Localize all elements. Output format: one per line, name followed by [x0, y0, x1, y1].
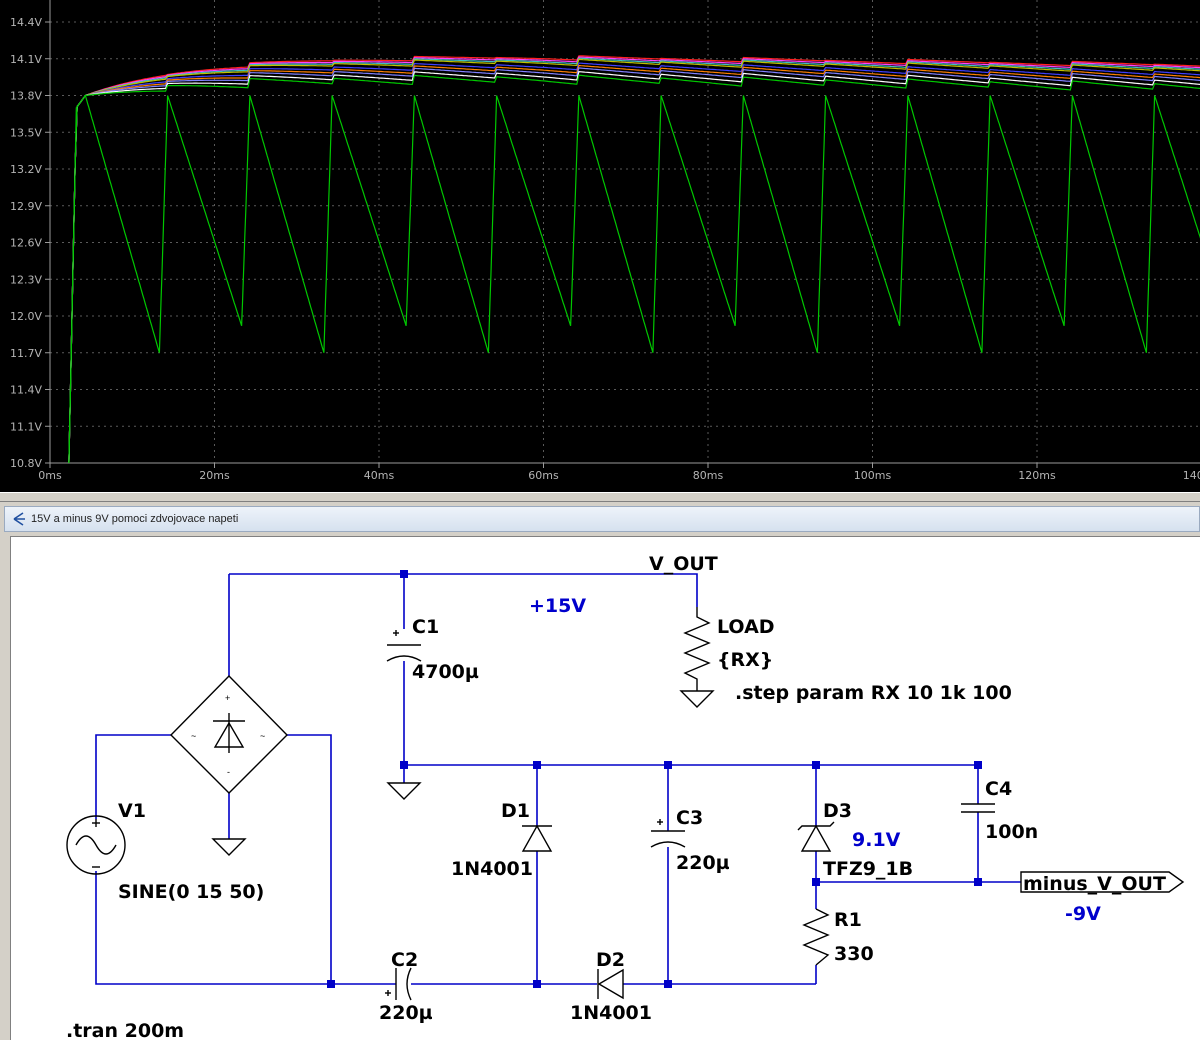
- c3-name-label: C3: [676, 807, 703, 829]
- bridge-ground-symbol: [211, 838, 247, 856]
- y-tick-label: 11.7V: [10, 347, 42, 360]
- voltage-trace: [68, 62, 1200, 464]
- d2-value-label: 1N4001: [570, 1002, 652, 1024]
- d3-value-label: TFZ9_1B: [823, 858, 913, 880]
- v-out-net-label: V_OUT: [649, 553, 718, 575]
- bridge-pin-marks: + ~ ~ -: [191, 693, 265, 777]
- r1-name-label: R1: [834, 909, 862, 931]
- capacitor-c4[interactable]: [961, 803, 995, 813]
- y-tick-label: 12.3V: [10, 273, 42, 286]
- v1-value-label: SINE(0 15 50): [118, 881, 264, 903]
- schematic-window-title: 15V a minus 9V pomoci zdvojovace napeti: [31, 513, 239, 525]
- load-name-label: LOAD: [717, 616, 775, 638]
- voltage-trace: [68, 70, 1200, 464]
- svg-text:~: ~: [191, 731, 196, 741]
- x-tick-label: 0ms: [38, 469, 62, 482]
- schematic-icon: [13, 512, 25, 526]
- d3-voltage-label: 9.1V: [852, 829, 901, 851]
- r1-value-label: 330: [834, 943, 874, 965]
- pane-splitter[interactable]: [0, 492, 1200, 502]
- y-tick-labels: 14.4V 14.1V 13.8V 13.5V 13.2V 12.9V 12.6V 12.3V…: [10, 16, 42, 470]
- waveform-plot[interactable]: 14.4V 14.1V 13.8V 13.5V 13.2V 12.9V 12.6V 12.3V…: [0, 0, 1200, 492]
- voltage-trace: [68, 56, 1200, 464]
- voltage-trace: [68, 74, 1200, 464]
- x-tick-label: 140ms: [1183, 469, 1200, 482]
- voltage-trace: [68, 94, 1200, 464]
- y-tick-label: 14.4V: [10, 16, 42, 29]
- c4-name-label: C4: [985, 778, 1012, 800]
- d2-name-label: D2: [596, 949, 625, 971]
- d1-name-label: D1: [501, 800, 530, 822]
- y-tick-label: 12.6V: [10, 237, 42, 250]
- svg-text:~: ~: [260, 731, 265, 741]
- svg-text:-: -: [227, 767, 230, 777]
- step-directive[interactable]: .step param RX 10 1k 100: [735, 682, 1012, 704]
- x-tick-label: 60ms: [528, 469, 559, 482]
- y-tick-label: 14.1V: [10, 53, 42, 66]
- y-tick-label: 13.2V: [10, 163, 42, 176]
- zener-diode-d3[interactable]: [797, 821, 835, 852]
- y-tick-label: 11.1V: [10, 420, 42, 433]
- wires: [95, 573, 1021, 985]
- c1-value-label: 4700µ: [412, 661, 479, 683]
- voltage-trace: [68, 55, 1200, 464]
- components[interactable]: + ~ ~ -: [66, 607, 1185, 1001]
- schematic-labels: V_OUT +15V C1 4700µ LOAD {RX} .step para…: [66, 553, 1166, 1040]
- voltage-trace: [68, 58, 1200, 464]
- c3-value-label: 220µ: [676, 852, 730, 874]
- y-tick-label: 13.8V: [10, 90, 42, 103]
- y-tick-label: 13.5V: [10, 126, 42, 139]
- voltage-trace: [68, 64, 1200, 464]
- x-tick-label: 120ms: [1018, 469, 1056, 482]
- load-ground-symbol: [679, 690, 715, 708]
- c2-value-label: 220µ: [379, 1002, 433, 1024]
- y-tick-label: 11.4V: [10, 384, 42, 397]
- v1-name-label: V1: [118, 800, 146, 822]
- x-tick-label: 40ms: [364, 469, 395, 482]
- schematic-titlebar[interactable]: 15V a minus 9V pomoci zdvojovace napeti: [4, 506, 1200, 532]
- c4-value-label: 100n: [985, 821, 1038, 843]
- d1-value-label: 1N4001: [451, 858, 533, 880]
- x-tick-label: 20ms: [199, 469, 230, 482]
- load-resistor[interactable]: [683, 607, 711, 691]
- schematic-canvas[interactable]: + ~ ~ - V_OUT +15V C1 4700µ LOAD {RX} .s…: [10, 536, 1200, 1040]
- x-tick-label: 80ms: [693, 469, 724, 482]
- plot-traces: [68, 55, 1200, 464]
- x-tick-label: 100ms: [854, 469, 892, 482]
- schematic-drawing[interactable]: + ~ ~ - V_OUT +15V C1 4700µ LOAD {RX} .s…: [10, 536, 1200, 1040]
- schematic-window: 15V a minus 9V pomoci zdvojovace napeti: [0, 502, 1200, 1040]
- minus9-voltage-label: -9V: [1065, 903, 1101, 925]
- tran-directive[interactable]: .tran 200m: [66, 1020, 184, 1040]
- c1-name-label: C1: [412, 616, 439, 638]
- y-tick-label: 12.9V: [10, 200, 42, 213]
- c1-ground-symbol: [386, 782, 422, 800]
- d3-name-label: D3: [823, 800, 852, 822]
- voltage-trace: [68, 57, 1200, 464]
- svg-text:+: +: [225, 693, 230, 703]
- diode-d1[interactable]: [521, 824, 553, 852]
- sine-source-v1[interactable]: [66, 815, 126, 875]
- load-value-label: {RX}: [717, 649, 773, 671]
- resistor-r1[interactable]: [802, 908, 830, 966]
- y-tick-label: 12.0V: [10, 310, 42, 323]
- minus-v-out-label: minus_V_OUT: [1023, 873, 1166, 895]
- diode-d2[interactable]: [597, 968, 624, 1000]
- waveform-plot-pane[interactable]: 14.4V 14.1V 13.8V 13.5V 13.2V 12.9V 12.6V 12.3V…: [0, 0, 1200, 492]
- x-tick-labels: 0ms 20ms 40ms 60ms 80ms 100ms 120ms 140ms: [38, 469, 1200, 482]
- voltage-trace: [68, 67, 1200, 464]
- plus15-voltage-label: +15V: [529, 595, 586, 617]
- c2-name-label: C2: [391, 949, 418, 971]
